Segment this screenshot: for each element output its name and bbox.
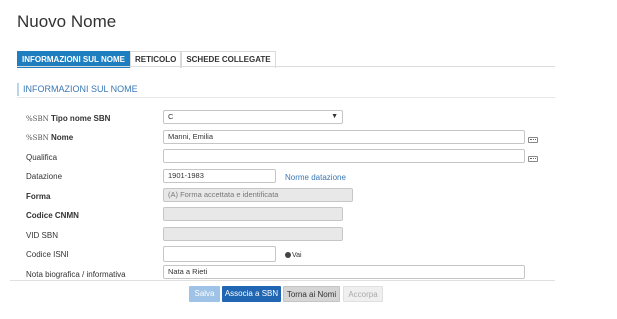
tipo-nome-label-text: Tipo nome SBN [50, 114, 111, 123]
keyboard-icon[interactable] [528, 137, 538, 143]
sbn-tag: SBN [32, 134, 49, 142]
codice-cnmn-label-text: Codice CNMN [26, 211, 79, 220]
save-button[interactable]: Salva [189, 286, 220, 302]
nota-label: Nota biografica / informativa [26, 270, 126, 279]
nota-textarea[interactable]: Nata a Rieti [163, 265, 525, 279]
back-to-names-button[interactable]: Torna ai Nomi [283, 286, 340, 302]
nome-label-text: Nome [50, 133, 74, 142]
codice-isni-input[interactable] [163, 246, 276, 262]
codice-cnmn-label: Codice CNMN [26, 211, 79, 221]
page-title: Nuovo Nome [17, 12, 117, 31]
forma-label: Forma [26, 192, 50, 202]
footer-divider [10, 280, 555, 281]
chevron-down-icon: ▼ [331, 113, 338, 120]
nome-input[interactable]: Manni, Emilia [163, 130, 525, 144]
tipo-nome-select[interactable]: C ▼ [163, 110, 343, 124]
forma-field: (A) Forma accettata e identificata [163, 188, 353, 202]
associate-sbn-button[interactable]: Associa a SBN [222, 286, 281, 302]
section-title: INFORMAZIONI SUL NOME [17, 83, 138, 96]
datazione-label: Datazione [26, 172, 63, 181]
vid-sbn-field [163, 227, 343, 241]
qualifica-label: Qualifica [26, 153, 58, 162]
vid-sbn-label: VID SBN [26, 231, 59, 240]
datazione-input[interactable]: 1901-1983 [163, 169, 276, 183]
tab-bar: INFORMAZIONI SUL NOME RETICOLO SCHEDE CO… [17, 51, 276, 68]
arrow-circle-icon [285, 252, 291, 259]
section-divider [17, 97, 555, 98]
vai-label: Vai [292, 252, 302, 259]
codice-cnmn-field [163, 207, 343, 221]
merge-button[interactable]: Accorpa [343, 286, 383, 302]
tipo-nome-label: %SBN Tipo nome SBN [26, 114, 110, 124]
tab-divider [17, 66, 555, 67]
sbn-tag: SBN [32, 115, 49, 123]
qualifica-input[interactable] [163, 149, 525, 163]
vai-button[interactable]: Vai [285, 252, 302, 259]
forma-label-text: Forma [26, 192, 51, 201]
link-icon: % [26, 134, 33, 142]
keyboard-icon[interactable] [528, 156, 538, 162]
norme-datazione-link[interactable]: Norme datazione [285, 173, 346, 182]
nome-label: %SBN Nome [26, 133, 73, 143]
link-icon: % [26, 115, 33, 123]
codice-isni-label: Codice ISNI [26, 250, 69, 259]
tipo-nome-value: C [168, 112, 174, 121]
